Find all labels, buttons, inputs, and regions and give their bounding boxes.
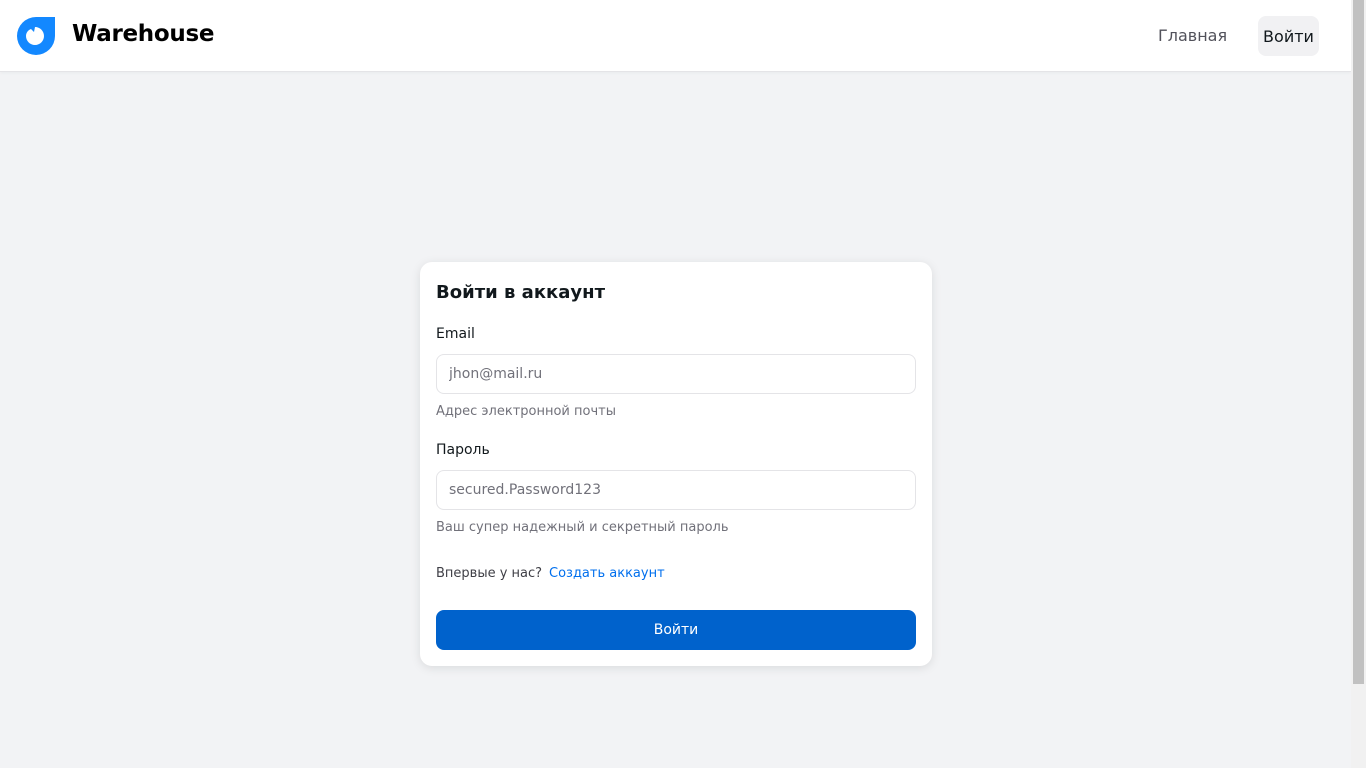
droplet-logo-icon[interactable] [15, 15, 57, 57]
email-help-text: Адрес электронной почты [436, 404, 616, 419]
nav-link-home[interactable]: Главная [1158, 26, 1227, 45]
password-label: Пароль [436, 442, 490, 458]
page-scrollbar-thumb[interactable] [1353, 0, 1364, 684]
nav-login-button[interactable]: Войти [1258, 16, 1319, 56]
create-account-link[interactable]: Создать аккаунт [549, 566, 665, 581]
email-label: Email [436, 326, 475, 342]
login-card: Войти в аккаунт Email Адрес электронной … [420, 262, 932, 666]
signup-prompt: Впервые у нас? [436, 566, 543, 581]
password-input[interactable] [436, 470, 916, 510]
email-input[interactable] [436, 354, 916, 394]
brand-name: Warehouse [72, 21, 215, 47]
login-title: Войти в аккаунт [436, 282, 605, 303]
top-navbar: Warehouse Главная Войти [0, 0, 1351, 72]
password-help-text: Ваш супер надежный и секретный пароль [436, 520, 729, 535]
login-submit-button[interactable]: Войти [436, 610, 916, 650]
